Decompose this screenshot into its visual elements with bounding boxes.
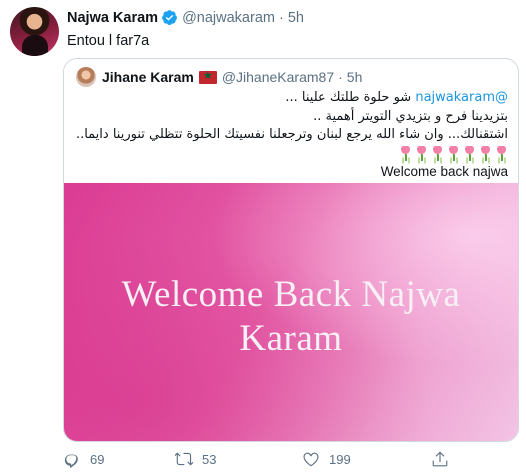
quoted-line-1-text: شو حلوة طلتك علينا ... xyxy=(285,90,416,105)
quoted-line-1: @najwakaram شو حلوة طلتك علينا ... xyxy=(68,89,508,108)
tulip-icon xyxy=(415,145,428,162)
retweet-icon xyxy=(175,452,193,466)
retweet-button[interactable]: 53 xyxy=(175,450,216,468)
reply-icon xyxy=(64,454,78,468)
tulip-icon xyxy=(431,145,444,162)
media-image[interactable]: Welcome Back Najwa Karam xyxy=(64,183,518,441)
like-count: 199 xyxy=(329,451,351,467)
quoted-tweet-text: @najwakaram شو حلوة طلتك علينا ... بتزيد… xyxy=(68,89,508,181)
author-handle[interactable]: @najwakaram xyxy=(182,10,275,26)
tweet-timestamp[interactable]: 5h xyxy=(288,10,304,26)
tulip-icon xyxy=(399,145,412,162)
morocco-flag-icon xyxy=(198,69,217,84)
heart-icon xyxy=(303,452,319,467)
tweet-text: Entou l far7a xyxy=(67,33,150,49)
quoted-separator-dot: · xyxy=(338,69,343,85)
like-button[interactable]: 199 xyxy=(302,450,351,468)
tulip-icon xyxy=(447,145,460,162)
media-title-line-1: Welcome Back Najwa xyxy=(121,273,461,315)
quoted-avatar xyxy=(76,67,96,87)
separator-dot: · xyxy=(278,9,284,26)
tweet-header: Najwa Karam @najwakaram · 5h xyxy=(67,9,304,26)
action-bar: 69 53 199 xyxy=(63,450,503,470)
retweet-count: 53 xyxy=(202,451,217,467)
quoted-line-3: اشتقنالك... وان شاء الله يرجع لبنان وترج… xyxy=(75,127,508,142)
quoted-timestamp: 5h xyxy=(346,69,363,85)
tulip-icon xyxy=(463,145,476,162)
tulip-emoji-row xyxy=(68,145,508,162)
quoted-line-2: بتزيدينا فرح و بتزيدي التويتر أهمية .. xyxy=(313,108,508,124)
tulip-icon xyxy=(479,145,492,162)
verified-badge-icon xyxy=(162,10,178,26)
mention-link[interactable]: @najwakaram xyxy=(415,90,508,105)
tulip-icon xyxy=(495,145,508,162)
share-icon xyxy=(432,451,448,467)
media-title: Welcome Back Najwa Karam xyxy=(122,273,461,361)
quoted-author-name: Jihane Karam xyxy=(102,69,194,85)
quoted-closing-text: Welcome back najwa xyxy=(380,163,508,179)
share-button[interactable] xyxy=(431,450,458,468)
reply-button[interactable]: 69 xyxy=(63,450,104,468)
reply-count: 69 xyxy=(90,451,105,467)
quoted-author-handle: @JihaneKaram87 xyxy=(221,69,335,85)
tweet[interactable]: Najwa Karam @najwakaram · 5h Entou l far… xyxy=(0,0,526,475)
quoted-tweet[interactable]: Jihane Karam @JihaneKaram87 · 5h @najwak… xyxy=(63,58,519,442)
avatar[interactable] xyxy=(10,7,59,56)
author-name[interactable]: Najwa Karam xyxy=(67,10,158,26)
media-title-line-2: Karam xyxy=(239,317,343,359)
quoted-tweet-header: Jihane Karam @JihaneKaram87 · 5h xyxy=(76,67,362,87)
